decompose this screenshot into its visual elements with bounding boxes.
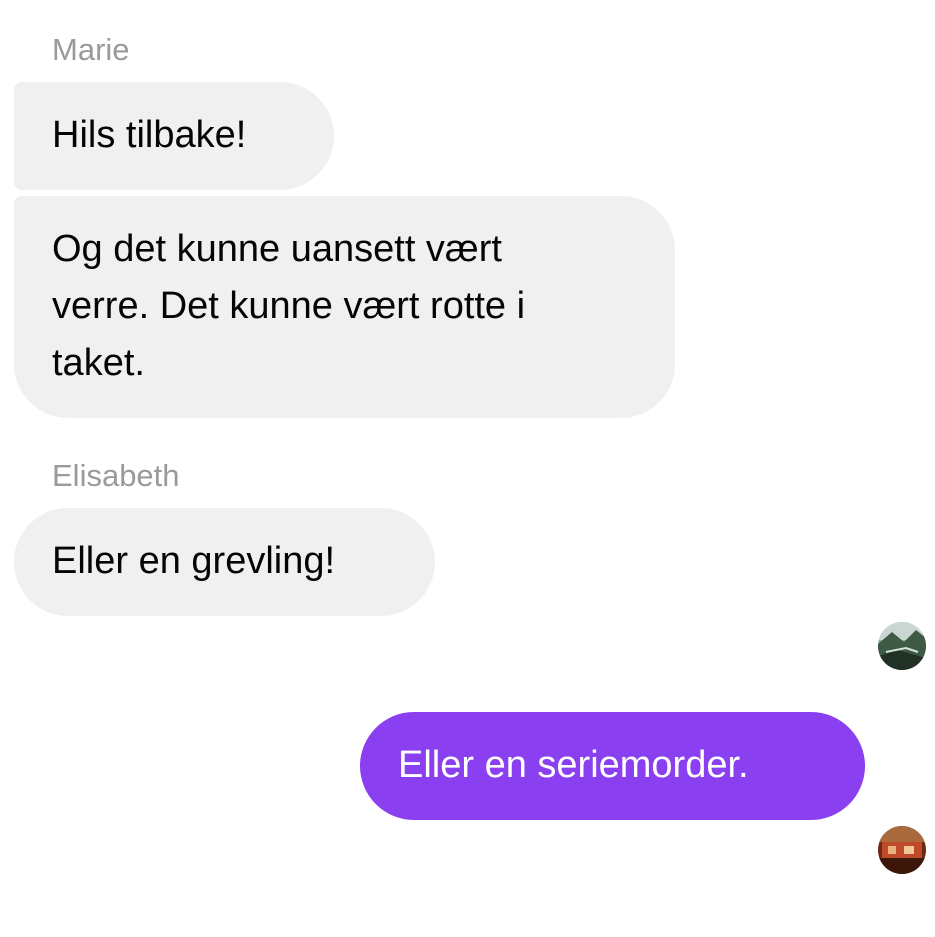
message-text-line: taket. [52,342,145,384]
message-bubble-incoming[interactable]: Hils tilbake! [14,82,334,190]
sender-name-elisabeth: Elisabeth [52,458,180,493]
message-text: Hils tilbake! [52,114,247,156]
message-text: Eller en grevling! [52,540,336,582]
message-text: Eller en seriemorder. [398,744,749,786]
message-bubble-incoming[interactable]: Og det kunne uansett vært verre. Det kun… [14,196,675,418]
message-text-line: verre. Det kunne vært rotte i [52,285,526,327]
sender-name-marie: Marie [52,32,130,67]
landscape-avatar-icon[interactable] [878,622,926,670]
message-text-line: Og det kunne uansett vært [52,228,502,270]
message-bubble-outgoing[interactable]: Eller en seriemorder. [360,712,865,820]
user-photo-avatar-icon[interactable] [878,826,926,874]
message-bubble-incoming[interactable]: Eller en grevling! [14,508,435,616]
